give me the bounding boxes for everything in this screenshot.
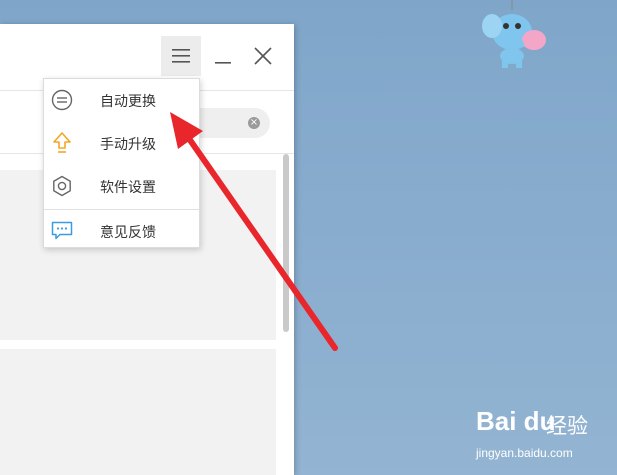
watermark-cn: 经验 (546, 414, 588, 438)
watermark-url: jingyan.baidu.com (476, 446, 573, 460)
watermark-brand: Bai du (476, 406, 556, 436)
annotation-arrow (170, 112, 338, 351)
